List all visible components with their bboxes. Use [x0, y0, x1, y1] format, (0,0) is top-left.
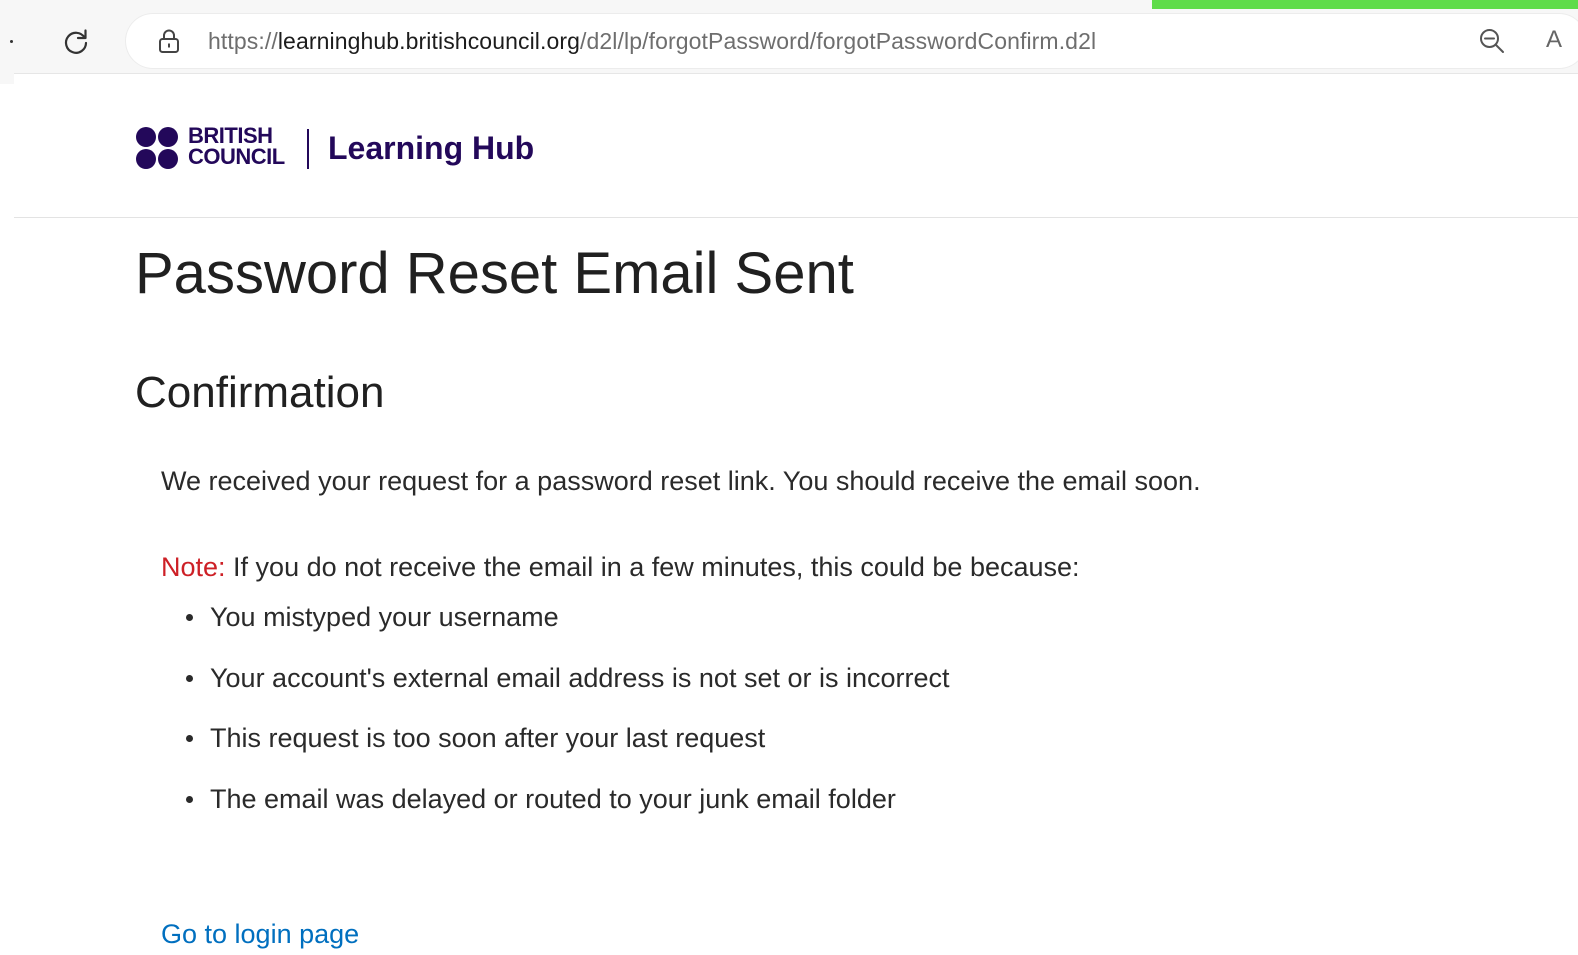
reason-text: Your account's external email address is…	[210, 662, 950, 693]
reason-text: This request is too soon after your last…	[210, 723, 766, 753]
list-item: This request is too soon after your last…	[186, 720, 950, 781]
reload-icon	[64, 29, 88, 54]
bullet-icon	[186, 735, 193, 742]
logo-line1: BRITISH	[188, 123, 273, 148]
note-label: Note:	[161, 552, 226, 582]
page-loading-bar	[1152, 0, 1578, 9]
reason-text: The email was delayed or routed to your …	[210, 783, 896, 814]
list-item: The email was delayed or routed to your …	[186, 781, 950, 842]
zoom-out-icon[interactable]	[1478, 27, 1506, 55]
british-council-logo[interactable]: BRITISH COUNCIL	[136, 125, 296, 173]
bullet-icon	[186, 674, 193, 682]
site-header: BRITISH COUNCIL Learning Hub	[14, 74, 1578, 218]
reason-text: You mistyped your username	[210, 602, 559, 632]
note-paragraph: Note: If you do not receive the email in…	[161, 549, 1080, 585]
logo-divider	[307, 129, 309, 169]
list-item: Your account's external email address is…	[186, 660, 950, 721]
reasons-list: You mistyped your username Your account'…	[186, 599, 950, 842]
browser-toolbar: https://learninghub.britishcouncil.org/d…	[0, 0, 1578, 84]
logo-wordmark: BRITISH COUNCIL	[188, 123, 285, 169]
url-path: /d2l/lp/forgotPassword/forgotPasswordCon…	[580, 28, 1097, 54]
list-item: You mistyped your username	[186, 599, 950, 660]
logo-dots-icon	[136, 127, 184, 171]
url-host: learninghub.britishcouncil.org	[277, 28, 581, 54]
url-scheme: https://	[208, 28, 278, 54]
bullet-icon	[186, 614, 193, 621]
logo-line2: COUNCIL	[188, 144, 285, 169]
section-heading: Confirmation	[135, 368, 385, 417]
url-text[interactable]: https://learninghub.britishcouncil.org/d…	[208, 28, 1096, 55]
bullet-icon	[186, 795, 193, 803]
go-to-login-link[interactable]: Go to login page	[161, 916, 359, 952]
page-title: Password Reset Email Sent	[135, 241, 854, 306]
hub-title: Learning Hub	[328, 130, 535, 166]
address-bar[interactable]: https://learninghub.britishcouncil.org/d…	[126, 14, 1578, 68]
note-text: If you do not receive the email in a few…	[225, 552, 1080, 582]
toolbar-edge-dot	[10, 40, 13, 43]
read-aloud-icon[interactable]: A	[1546, 26, 1562, 54]
lock-icon[interactable]	[156, 28, 182, 54]
reload-button[interactable]	[58, 24, 94, 60]
confirmation-message: We received your request for a password …	[161, 466, 1201, 496]
